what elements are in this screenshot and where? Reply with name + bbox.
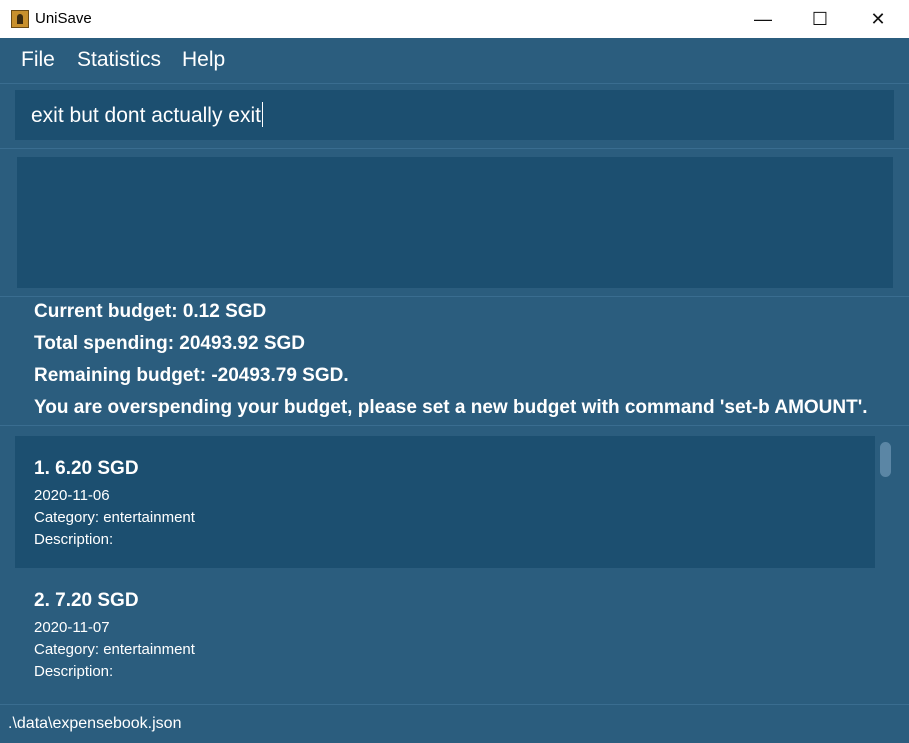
expense-amount: 1. 6.20 SGD [34, 458, 139, 479]
remaining-budget: Remaining budget: -20493.79 SGD. [34, 365, 349, 386]
budget-divider [0, 425, 909, 426]
current-budget: Current budget: 0.12 SGD [34, 301, 267, 322]
overspending-warning: You are overspending your budget, please… [34, 397, 868, 418]
command-text: exit but dont actually exit [31, 104, 261, 127]
result-divider [0, 296, 909, 297]
menu-bar: File Statistics Help [0, 38, 909, 83]
expense-card[interactable]: 2. 7.20 SGD 2020-11-07 Category: enterta… [15, 568, 875, 694]
minimize-icon: — [754, 8, 772, 29]
close-button[interactable]: ✕ [849, 0, 907, 38]
text-caret [261, 102, 263, 127]
maximize-button[interactable]: ☐ [791, 0, 849, 38]
command-divider [0, 148, 909, 149]
expense-list[interactable]: 1. 6.20 SGD 2020-11-06 Category: enterta… [15, 436, 892, 694]
expense-description: Description: [34, 663, 114, 680]
window-title: UniSave [35, 10, 92, 27]
menu-divider [0, 83, 909, 84]
expense-description: Description: [34, 531, 114, 548]
maximize-icon: ☐ [811, 8, 829, 29]
expense-date: 2020-11-07 [34, 619, 110, 636]
close-icon: ✕ [870, 8, 886, 29]
expense-list-scrollbar[interactable] [877, 436, 894, 694]
app-icon [11, 10, 29, 28]
menu-statistics[interactable]: Statistics [77, 48, 161, 72]
command-box[interactable]: exit but dont actually exit [15, 90, 894, 140]
expense-date: 2020-11-06 [34, 487, 110, 504]
command-input[interactable]: exit but dont actually exit [31, 102, 263, 128]
scrollbar-thumb[interactable] [880, 442, 891, 477]
result-display[interactable] [17, 157, 893, 288]
title-bar: UniSave — ☐ ✕ [0, 0, 909, 38]
save-file-path: .\data\expensebook.json [8, 715, 182, 732]
expense-category: Category: entertainment [34, 641, 195, 658]
status-bar: .\data\expensebook.json [0, 704, 909, 743]
expense-amount: 2. 7.20 SGD [34, 590, 139, 611]
budget-summary: Current budget: 0.12 SGD Total spending:… [34, 300, 894, 428]
expense-card[interactable]: 1. 6.20 SGD 2020-11-06 Category: enterta… [15, 436, 875, 568]
minimize-button[interactable]: — [734, 0, 792, 38]
expense-category: Category: entertainment [34, 509, 195, 526]
menu-file[interactable]: File [21, 48, 55, 72]
total-spending: Total spending: 20493.92 SGD [34, 333, 306, 354]
menu-help[interactable]: Help [182, 48, 225, 72]
